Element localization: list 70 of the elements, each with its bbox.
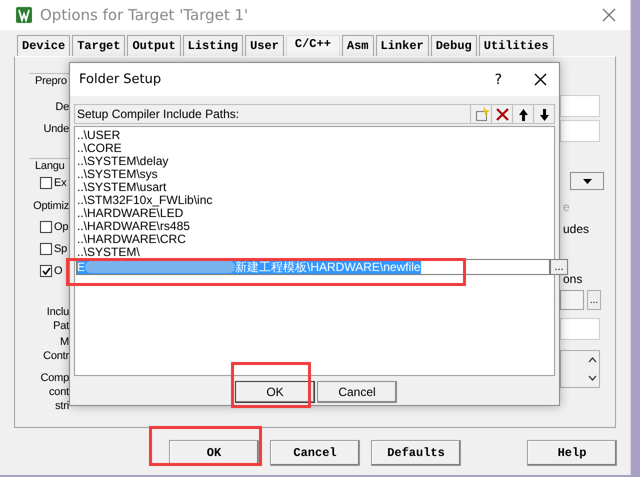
checkbox[interactable] — [40, 265, 52, 277]
field-label: Contr — [43, 350, 69, 362]
browse-button[interactable]: ... — [550, 259, 568, 275]
dialog-button[interactable]: Cancel — [317, 381, 397, 403]
tab[interactable]: User — [245, 35, 284, 56]
tab[interactable]: C/C++ — [286, 35, 340, 56]
close-icon — [602, 8, 616, 22]
check-icon — [42, 267, 50, 275]
tab[interactable]: Listing — [182, 35, 244, 56]
field-label: Unde — [44, 123, 69, 135]
tab[interactable]: Asm — [342, 35, 374, 56]
list-item[interactable]: ..\SYSTEM\ — [77, 246, 552, 259]
text-field[interactable] — [560, 120, 600, 142]
delete-icon[interactable] — [494, 106, 510, 122]
list-item[interactable]: ..\SYSTEM\delay — [77, 155, 552, 168]
list-item[interactable]: ..\HARDWARE\LED — [77, 207, 552, 220]
dialog-button[interactable]: OK — [235, 381, 315, 403]
option-label: ons — [562, 272, 582, 286]
text-field[interactable] — [560, 95, 600, 117]
new-folder-icon[interactable] — [474, 106, 488, 122]
field-label: De — [55, 101, 69, 113]
close-icon — [534, 73, 547, 86]
text-field[interactable] — [560, 318, 600, 340]
dropdown-arrow-icon — [582, 178, 592, 184]
scroll-down-icon — [588, 375, 596, 381]
window-title: Options for Target 'Target 1' — [40, 6, 250, 24]
checkbox-label: Sp — [54, 243, 68, 255]
field-label: Pat — [53, 320, 69, 332]
list-item[interactable]: ..\STM32F10x_FWLib\inc — [77, 194, 552, 207]
field-label: cont — [49, 386, 69, 398]
checkbox[interactable] — [40, 243, 52, 255]
app-icon — [16, 7, 32, 23]
combo-field[interactable] — [560, 290, 584, 310]
scroll-up-icon — [588, 357, 596, 363]
list-item[interactable]: ..\SYSTEM\sys — [77, 168, 552, 181]
tab[interactable]: Output — [127, 35, 181, 56]
list-item[interactable]: ..\USER — [77, 129, 552, 142]
checkbox[interactable] — [40, 221, 52, 233]
dialog-title: Folder Setup — [79, 72, 162, 87]
list-item[interactable]: ..\CORE — [77, 142, 552, 155]
tab[interactable]: Linker — [376, 35, 429, 56]
list-item[interactable]: ..\SYSTEM\usart — [77, 181, 552, 194]
checkbox-label: O — [54, 265, 62, 277]
checkbox-label: Ex — [54, 177, 66, 189]
tab[interactable]: Device — [17, 35, 70, 56]
tab[interactable]: Utilities — [478, 35, 554, 56]
tab[interactable]: Debug — [430, 35, 477, 56]
checkbox-label: Op — [54, 221, 68, 233]
help-button[interactable]: ? — [494, 72, 502, 88]
list-header-label: Setup Compiler Include Paths: — [77, 107, 240, 121]
dialog-button[interactable]: Help — [527, 440, 617, 466]
option-label: udes — [562, 222, 590, 236]
dialog-button[interactable]: Defaults — [371, 440, 461, 466]
browse-button[interactable]: ... — [587, 290, 601, 310]
checkbox[interactable] — [40, 177, 52, 189]
dialog-button[interactable]: Cancel — [270, 440, 360, 466]
field-label: Inclu — [46, 306, 69, 318]
list-item[interactable]: ..\HARDWARE\CRC — [77, 233, 552, 246]
list-item[interactable]: ..\HARDWARE\rs485 — [77, 220, 552, 233]
field-label: stri — [55, 400, 69, 412]
dropdown[interactable] — [570, 172, 604, 190]
selected-text: E 新建工程模板\HARDWARE\newfile — [77, 260, 421, 274]
text-area[interactable] — [560, 350, 600, 388]
tab[interactable]: Target — [72, 35, 126, 56]
group-label: Langu — [33, 160, 67, 172]
group-label: Prepro — [33, 74, 69, 86]
field-label: M — [60, 336, 69, 348]
option-label: e — [562, 200, 570, 214]
field-label: Optimiz — [33, 200, 69, 212]
field-label: Comp — [40, 372, 69, 384]
